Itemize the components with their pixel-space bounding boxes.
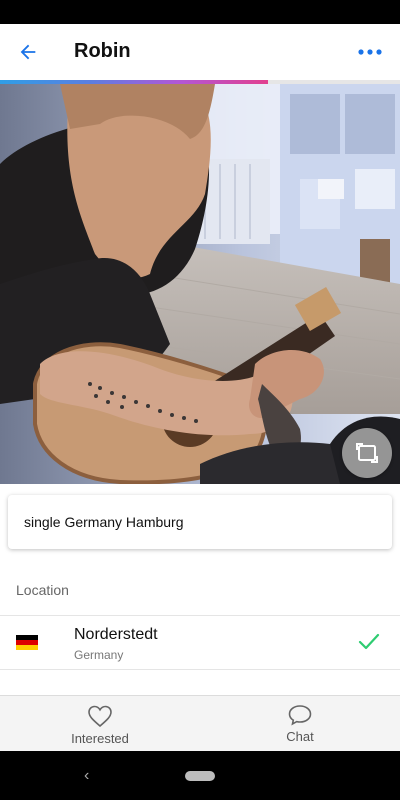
rotate-screen-icon	[356, 443, 378, 463]
check-icon	[358, 633, 380, 650]
chat-bubble-icon	[288, 705, 312, 726]
profile-photo[interactable]	[0, 84, 400, 484]
location-section-label: Location	[16, 582, 69, 598]
status-bar	[0, 0, 400, 24]
more-options-button[interactable]	[354, 38, 386, 66]
rotate-screen-button[interactable]	[342, 428, 392, 478]
system-back-icon[interactable]: ‹	[84, 767, 89, 785]
bio-text: single Germany Hamburg	[24, 514, 184, 530]
more-horizontal-icon	[358, 49, 382, 55]
system-home-button[interactable]	[185, 771, 215, 781]
page-title: Robin	[74, 40, 131, 62]
interested-label: Interested	[71, 731, 129, 746]
location-city: Norderstedt	[74, 626, 158, 643]
system-nav-bar: ‹	[0, 751, 400, 800]
location-row[interactable]: Norderstedt Germany	[0, 616, 400, 670]
bottom-nav: Interested Chat	[0, 695, 400, 751]
chat-label: Chat	[286, 729, 314, 744]
arrow-left-icon	[20, 44, 36, 60]
chat-button[interactable]: Chat	[200, 696, 400, 752]
heart-outline-icon	[88, 705, 112, 728]
divider	[0, 669, 400, 670]
bio-card: single Germany Hamburg	[8, 495, 392, 549]
back-button[interactable]	[14, 38, 42, 66]
germany-flag-icon	[16, 635, 38, 650]
location-country: Germany	[74, 648, 124, 662]
interested-button[interactable]: Interested	[0, 696, 200, 752]
app-bar: Robin	[0, 24, 400, 80]
